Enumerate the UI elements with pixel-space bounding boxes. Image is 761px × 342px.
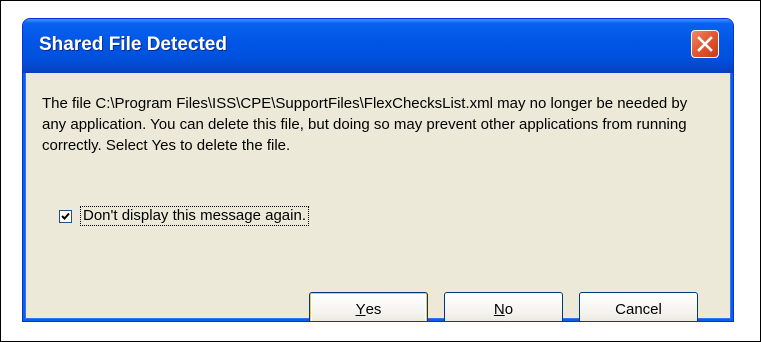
shared-file-dialog: Shared File Detected The file C:\Program…	[22, 18, 734, 322]
close-button[interactable]	[691, 30, 719, 58]
title-bar[interactable]: Shared File Detected	[23, 19, 733, 73]
dont-display-again-checkbox[interactable]	[59, 209, 72, 223]
cancel-label: Cancel	[615, 301, 662, 318]
dont-display-again-label: Don't display this message again.	[80, 206, 309, 226]
dialog-title: Shared File Detected	[39, 34, 227, 55]
no-button[interactable]: No	[444, 292, 563, 321]
checkmark-icon	[61, 212, 70, 220]
no-mnemonic: N	[493, 301, 505, 318]
no-label-rest: o	[504, 301, 514, 318]
dont-display-again-option[interactable]: Don't display this message again.	[59, 205, 309, 227]
yes-mnemonic: Y	[355, 301, 366, 318]
close-icon	[697, 36, 713, 52]
dialog-client-area: The file C:\Program Files\ISS\CPE\Suppor…	[26, 73, 730, 321]
dialog-message: The file C:\Program Files\ISS\CPE\Suppor…	[42, 95, 688, 154]
cancel-button[interactable]: Cancel	[579, 292, 698, 321]
yes-button[interactable]: Yes	[309, 292, 428, 321]
yes-label-rest: es	[365, 301, 382, 318]
